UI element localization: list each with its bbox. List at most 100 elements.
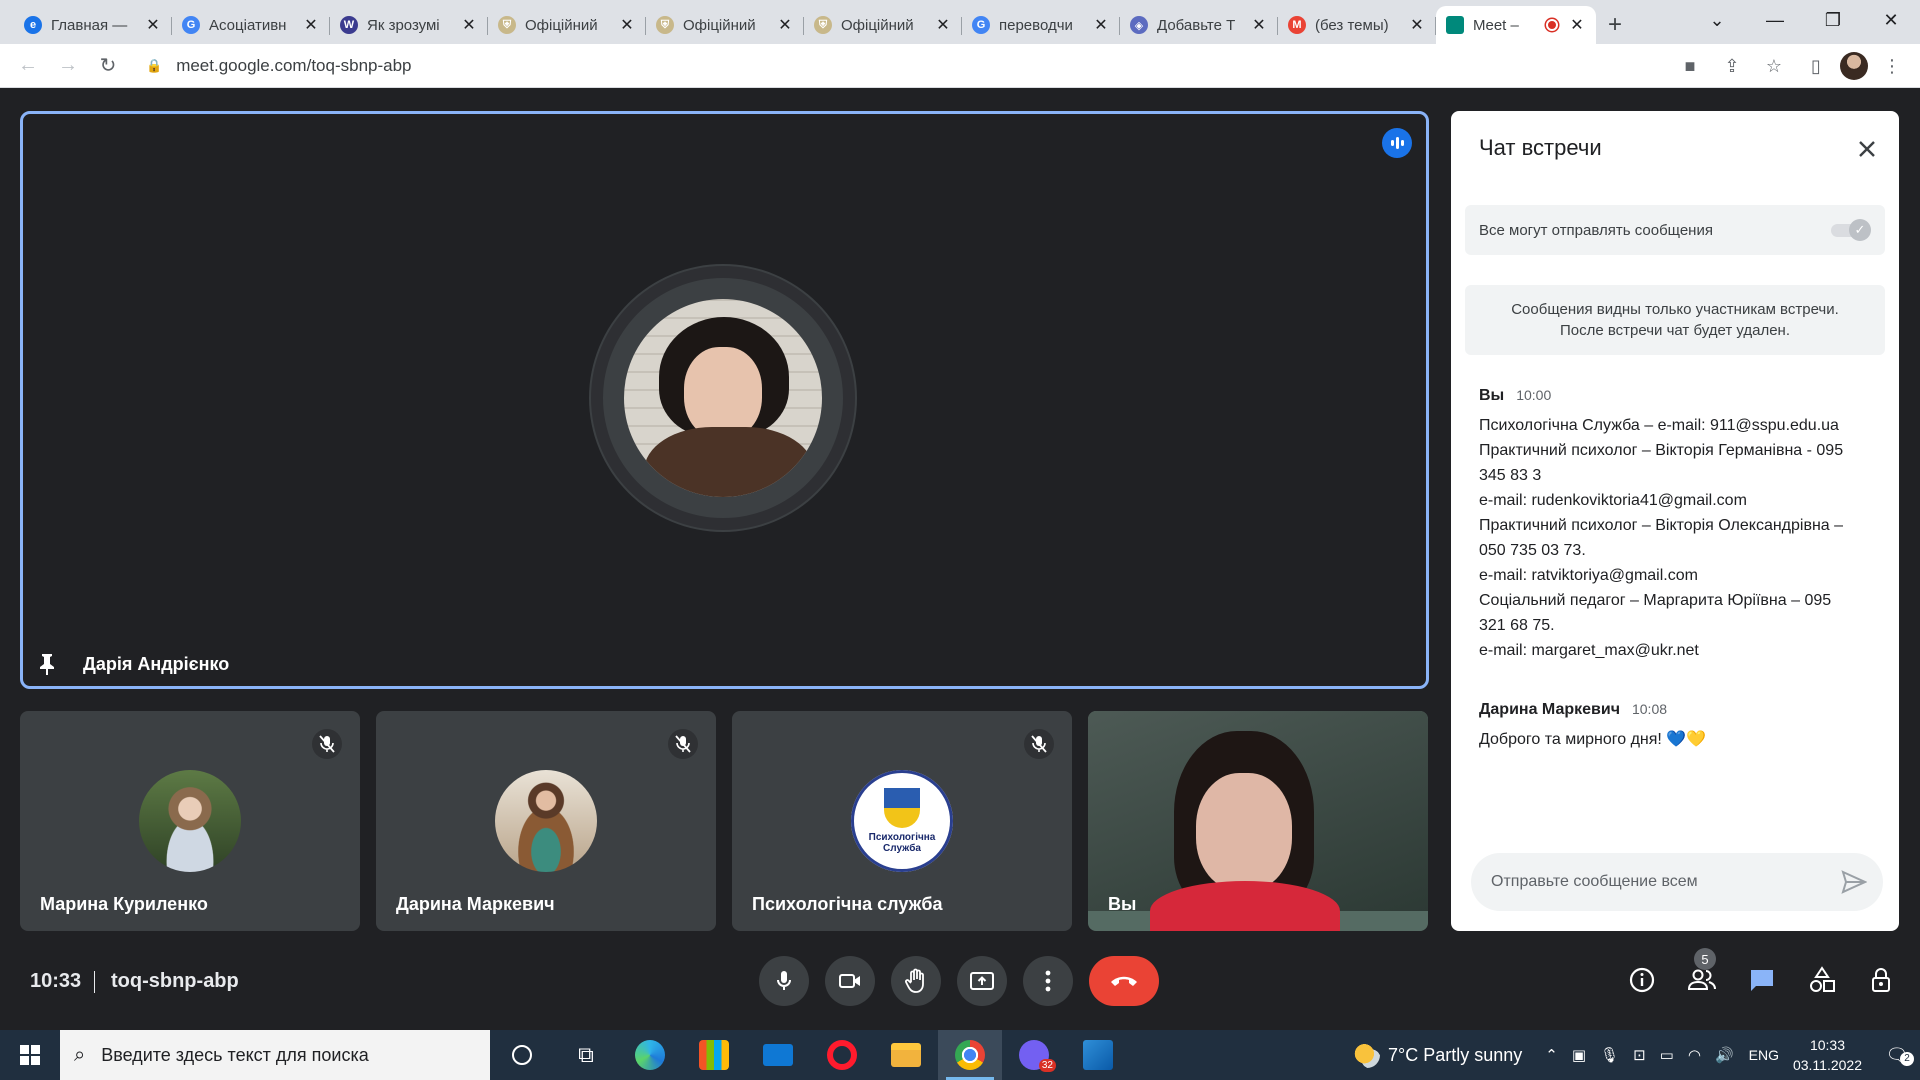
taskbar-app-mail[interactable]	[746, 1030, 810, 1080]
close-icon[interactable]: ✕	[1408, 16, 1426, 34]
share-icon[interactable]: ⇪	[1714, 48, 1750, 84]
camera-button[interactable]	[825, 956, 875, 1006]
browser-tab[interactable]: ⛨ Офіційний ✕	[804, 6, 962, 44]
self-video-tile[interactable]: Вы	[1088, 711, 1428, 931]
windows-logo-icon	[20, 1045, 40, 1065]
shield-icon: ◈	[1130, 16, 1148, 34]
display-icon[interactable]: ⊡	[1633, 1046, 1646, 1064]
taskbar-search-input[interactable]: ⌕ Введите здесь текст для поиска	[60, 1030, 490, 1080]
close-icon[interactable]: ✕	[934, 16, 952, 34]
participant-tile[interactable]: Дарина Маркевич	[376, 711, 716, 931]
side-panel-icon[interactable]: ▯	[1798, 48, 1834, 84]
action-center-button[interactable]: 🗨 2	[1874, 1030, 1920, 1080]
chat-permission-row: Все могут отправлять сообщения ✓	[1465, 205, 1885, 255]
start-button[interactable]	[0, 1030, 60, 1080]
meeting-details-button[interactable]	[1622, 960, 1662, 1000]
taskbar-app-store[interactable]	[682, 1030, 746, 1080]
tab-title: (без темы)	[1315, 16, 1389, 34]
chevron-up-icon[interactable]: ⌃	[1545, 1046, 1558, 1064]
participant-count-badge: 5	[1694, 948, 1716, 970]
cortana-button[interactable]	[490, 1030, 554, 1080]
tab-favicon-icon: e	[24, 16, 42, 34]
logo-text: Психологічна Служба	[868, 832, 936, 854]
bookmark-star-icon[interactable]: ☆	[1756, 48, 1792, 84]
close-icon[interactable]: ✕	[144, 16, 162, 34]
menu-kebab-icon[interactable]: ⋮	[1874, 48, 1910, 84]
browser-tab[interactable]: ⛨ Офіційний ✕	[488, 6, 646, 44]
present-screen-button[interactable]	[957, 956, 1007, 1006]
forward-button[interactable]: →	[48, 46, 88, 86]
close-icon[interactable]: ✕	[460, 16, 478, 34]
message-line: Практичний психолог – Вікторія Олександр…	[1479, 517, 1844, 534]
input-language[interactable]: ENG	[1749, 1047, 1779, 1063]
people-button[interactable]: 5	[1682, 948, 1722, 1000]
wifi-icon[interactable]: ◠	[1688, 1046, 1701, 1064]
taskbar-app-chrome[interactable]	[938, 1030, 1002, 1080]
browser-tab[interactable]: W Як зрозумі ✕	[330, 6, 488, 44]
usb-device-icon[interactable]: ▣	[1572, 1046, 1586, 1064]
message-header: Вы 10:00	[1479, 387, 1879, 405]
task-view-button[interactable]: ⧉	[554, 1030, 618, 1080]
close-icon[interactable]: ✕	[618, 16, 636, 34]
chat-message: Вы 10:00 Психологічна Служба – e-mail: 9…	[1479, 387, 1879, 663]
self-video-face	[1196, 773, 1292, 891]
tab-search-icon[interactable]: ⌄	[1688, 10, 1746, 31]
taskbar-app-opera[interactable]	[810, 1030, 874, 1080]
close-icon[interactable]	[1853, 135, 1881, 163]
browser-tab[interactable]: e Главная — ✕	[14, 6, 172, 44]
browser-tab-active[interactable]: Meet – ✕	[1436, 6, 1596, 44]
browser-tab[interactable]: G Асоціативн ✕	[172, 6, 330, 44]
browser-tab[interactable]: ⛨ Офіційний ✕	[646, 6, 804, 44]
participant-name: Вы	[1108, 894, 1137, 914]
new-tab-button[interactable]: +	[1596, 6, 1634, 44]
close-window-button[interactable]: ✕	[1862, 10, 1920, 31]
crest-icon: ⛨	[656, 16, 674, 34]
browser-tab[interactable]: Gпереводчи ✕	[962, 6, 1120, 44]
close-icon[interactable]: ✕	[1092, 16, 1110, 34]
participant-name: Дарія Андрієнко	[35, 652, 229, 676]
message-line: Практичний психолог – Вікторія Германівн…	[1479, 442, 1844, 459]
microphone-button[interactable]	[759, 956, 809, 1006]
more-options-button[interactable]	[1023, 956, 1073, 1006]
leave-call-button[interactable]	[1089, 956, 1159, 1006]
meet-icon	[1446, 16, 1464, 34]
minimize-button[interactable]: —	[1746, 10, 1804, 31]
battery-icon[interactable]: ▭	[1660, 1046, 1674, 1064]
message-line: e-mail: margaret_max@ukr.net	[1479, 642, 1699, 659]
taskbar-app-edge[interactable]	[618, 1030, 682, 1080]
tab-title: Офіційний	[683, 16, 756, 34]
taskbar-clock[interactable]: 10:33 03.11.2022	[1793, 1035, 1862, 1075]
tab-title: Главная —	[51, 16, 128, 34]
send-icon[interactable]	[1841, 870, 1867, 894]
chat-notice-line: После встречи чат будет удален.	[1559, 322, 1790, 339]
activities-button[interactable]	[1802, 960, 1842, 1000]
maximize-button[interactable]: ❐	[1804, 10, 1862, 31]
taskbar-app-viber[interactable]: 32	[1002, 1030, 1066, 1080]
close-icon[interactable]: ✕	[1250, 16, 1268, 34]
browser-tab[interactable]: M (без темы) ✕	[1278, 6, 1436, 44]
microphone-in-use-icon[interactable]: 🎙	[1600, 1046, 1619, 1064]
reload-button[interactable]: ↻	[88, 46, 128, 86]
pinned-participant-tile[interactable]: Дарія Андрієнко	[20, 111, 1429, 689]
pin-icon[interactable]	[35, 652, 59, 676]
chat-permission-toggle[interactable]: ✓	[1831, 219, 1871, 241]
camera-in-use-icon[interactable]: ■	[1672, 48, 1708, 84]
address-bar[interactable]: 🔒 meet.google.com/toq-sbnp-abp	[134, 49, 1374, 83]
taskbar-app-photos[interactable]	[1066, 1030, 1130, 1080]
participant-tile[interactable]: Психологічна Служба Психологічна служба	[732, 711, 1072, 931]
chat-message-input[interactable]: Отправьте сообщение всем	[1471, 853, 1883, 911]
back-button[interactable]: ←	[8, 46, 48, 86]
close-icon[interactable]: ✕	[1568, 16, 1586, 34]
weather-widget[interactable]: 7°C Partly sunny	[1354, 1042, 1522, 1068]
close-icon[interactable]: ✕	[302, 16, 320, 34]
close-icon[interactable]: ✕	[776, 16, 794, 34]
host-controls-button[interactable]	[1862, 960, 1902, 1000]
lock-icon[interactable]: 🔒	[146, 58, 162, 74]
browser-tab[interactable]: ◈ Добавьте Т ✕	[1120, 6, 1278, 44]
taskbar-app-explorer[interactable]	[874, 1030, 938, 1080]
participant-tile[interactable]: Марина Куриленко	[20, 711, 360, 931]
profile-avatar[interactable]	[1840, 52, 1868, 80]
volume-icon[interactable]: 🔊	[1715, 1046, 1734, 1064]
chat-button[interactable]	[1742, 960, 1782, 1000]
raise-hand-button[interactable]	[891, 956, 941, 1006]
